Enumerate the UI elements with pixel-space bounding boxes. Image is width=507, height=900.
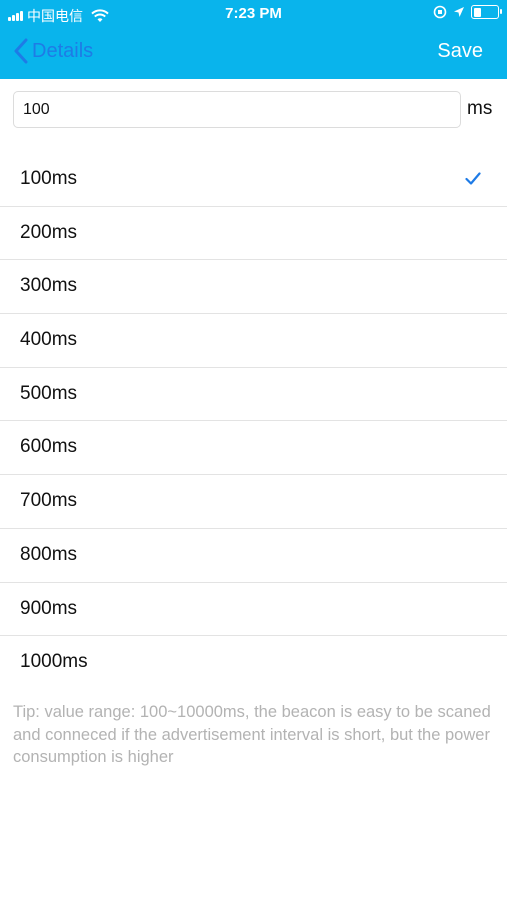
battery-level <box>473 7 482 17</box>
tip-text: Tip: value range: 100~10000ms, the beaco… <box>13 703 491 766</box>
checkmark-icon <box>465 172 481 185</box>
option-label: 300ms <box>20 275 78 297</box>
interval-input[interactable] <box>13 91 461 128</box>
back-button[interactable]: Details <box>14 38 93 64</box>
status-time: 7:23 PM <box>225 5 282 22</box>
list-item[interactable]: 200ms <box>0 207 507 261</box>
interval-unit: ms <box>467 98 493 119</box>
option-label: 1000ms <box>20 651 88 673</box>
list-item[interactable]: 500ms <box>0 368 507 422</box>
list-item[interactable]: 1000ms <box>0 636 507 690</box>
chevron-left-icon <box>14 38 28 64</box>
list-item[interactable]: 300ms <box>0 260 507 315</box>
nav-bar: Details Save <box>0 28 507 79</box>
option-label: 100ms <box>20 168 78 189</box>
list-item[interactable]: 800ms <box>0 529 507 583</box>
option-label: 900ms <box>20 597 78 619</box>
list-item[interactable]: 900ms <box>0 583 507 637</box>
option-label: 600ms <box>20 436 78 458</box>
interval-input-row: ms <box>13 91 495 129</box>
interval-options-list: 100ms 200ms 300ms 400ms 500ms 600ms 700ms 800ms… <box>0 153 507 690</box>
option-label: 700ms <box>20 490 78 512</box>
list-item[interactable]: 100ms <box>0 153 507 207</box>
back-button-label: Details <box>32 39 94 62</box>
list-item[interactable]: 600ms <box>0 421 507 476</box>
list-item[interactable]: 400ms <box>0 314 507 368</box>
option-label: 800ms <box>20 543 78 565</box>
option-label: 500ms <box>20 382 78 404</box>
option-label: 400ms <box>20 329 78 351</box>
status-right <box>433 5 502 19</box>
save-button[interactable]: Save <box>437 40 483 63</box>
header: 中国电信 7:23 PM Details Save <box>0 0 507 79</box>
location-icon <box>454 7 464 17</box>
list-item[interactable]: 700ms <box>0 475 507 529</box>
status-bar: 中国电信 7:23 PM <box>0 0 507 28</box>
orientation-lock-icon <box>433 5 447 19</box>
option-label: 200ms <box>20 221 78 243</box>
battery-icon <box>471 5 502 19</box>
